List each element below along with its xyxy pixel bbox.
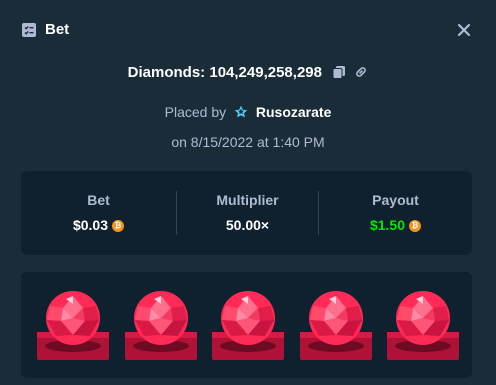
stat-bet: Bet $0.03 [21, 171, 176, 255]
game-name: Diamonds: [127, 64, 206, 81]
bet-id: 104,249,258,298 [209, 64, 322, 81]
stat-bet-value: $0.03 [72, 217, 109, 233]
placed-by-label: Placed by [164, 104, 227, 120]
receipt-icon [21, 22, 37, 38]
modal-header: Bet [0, 0, 496, 60]
diamonds-board [21, 272, 472, 378]
diamond-tile [36, 290, 110, 364]
modal-title: Bet [45, 21, 70, 38]
close-icon[interactable] [456, 22, 472, 38]
bitcoin-icon [409, 220, 422, 232]
username-link[interactable]: Rusozarate [256, 104, 331, 120]
placed-by-line: Placed by Rusozarate [0, 104, 496, 120]
bet-date: on 8/15/2022 at 1:40 PM [171, 134, 325, 150]
stat-payout-value: $1.50 [369, 217, 406, 233]
stat-bet-label: Bet [87, 192, 110, 208]
bet-id-line: Diamonds: 104,249,258,298 [0, 64, 496, 81]
diamond-tile [124, 290, 198, 364]
link-icon[interactable] [354, 65, 368, 79]
bitcoin-icon [112, 220, 125, 232]
copy-icon[interactable] [332, 65, 346, 79]
stat-payout-label: Payout [372, 192, 419, 208]
stat-multiplier-value: 50.00× [225, 217, 270, 233]
star-badge-icon [234, 105, 248, 119]
stat-multiplier-label: Multiplier [216, 192, 279, 208]
diamond-tile [299, 290, 373, 364]
bet-stats-panel: Bet $0.03 Multiplier 50.00× Payout $1.50 [21, 171, 472, 255]
stat-bet-value-row: $0.03 [21, 217, 176, 233]
diamond-tile [386, 290, 460, 364]
stat-payout: Payout $1.50 [319, 171, 472, 255]
stat-payout-value-row: $1.50 [319, 217, 472, 233]
diamond-tile [211, 290, 285, 364]
stat-multiplier: Multiplier 50.00× [177, 171, 318, 255]
